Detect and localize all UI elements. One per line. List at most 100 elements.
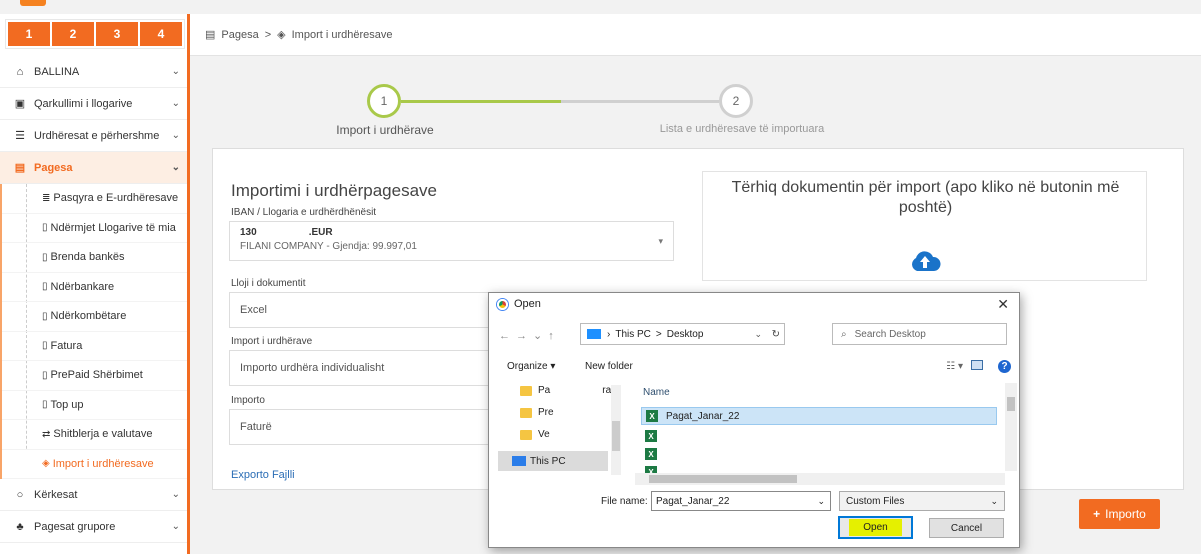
breadcrumb-pagesa[interactable]: Pagesa [221, 29, 258, 41]
iban-select[interactable]: 130 .EUR FILANI COMPANY - Gjendja: 99.997… [229, 221, 674, 261]
scroll-thumb[interactable] [649, 475, 797, 483]
address-desktop[interactable]: Desktop [667, 329, 704, 340]
chevron-down-icon: ⌄ [171, 162, 180, 173]
sidebar-menu: ⌂ BALLINA ⌄ ▣ Qarkullimi i llogarive ⌄ ☰ Urdh… [0, 56, 190, 543]
sidebar-subitem-prepaid[interactable]: ▯ PrePaid Shërbimet [2, 361, 190, 391]
tree-folder[interactable]: Pre [520, 407, 554, 418]
chevron-down-icon: ⌄ [171, 130, 180, 141]
file-row-selected[interactable]: X Pagat_Janar_22 [641, 407, 997, 425]
file-list-scrollbar[interactable] [1005, 383, 1017, 471]
scroll-thumb[interactable] [612, 421, 620, 451]
file-name-input[interactable]: Pagat_Janar_22 ⌄ [651, 491, 831, 511]
document-icon: ▤ [205, 29, 216, 41]
file-icon: ▯ [42, 369, 48, 381]
plus-icon: + [1093, 507, 1101, 521]
file-icon: ▯ [42, 310, 48, 322]
sidebar-subitem-nderkombetare[interactable]: ▯ Ndërkombëtare [2, 302, 190, 332]
tree-folder-label: Pa [538, 385, 551, 396]
step-2-button[interactable]: 2 [52, 22, 94, 46]
view-options-icon[interactable]: ☷ ▾ [946, 361, 963, 372]
preview-pane-icon[interactable] [971, 360, 983, 370]
sidebar-item-ballina[interactable]: ⌂ BALLINA ⌄ [0, 56, 190, 88]
subitem-label: Fatura [50, 339, 83, 352]
tree-folder[interactable]: Pa ra [520, 385, 611, 396]
subitem-label: Pasqyra e E-urdhëresave [53, 192, 179, 205]
tree-scrollbar[interactable] [611, 385, 621, 475]
sidebar-subitem-topup[interactable]: ▯ Top up [2, 391, 190, 420]
step-2-circle: 2 [719, 84, 753, 118]
search-box[interactable]: ⌕ Search Desktop [832, 323, 1007, 345]
step-2-label: Lista e urdhëresave të importuara [659, 123, 825, 135]
pagesa-submenu: ≣ Pasqyra e E-urdhëresave ▯ Ndërmjet Lloga… [0, 184, 190, 479]
file-row[interactable]: X [641, 463, 997, 473]
file-icon: ▯ [42, 340, 48, 352]
step-number-bar: 1 2 3 4 [5, 19, 185, 49]
folder-icon [520, 385, 532, 396]
cancel-button[interactable]: Cancel [929, 518, 1004, 538]
iban-label: IBAN / Llogaria e urdhërdhënësit [231, 207, 377, 218]
new-folder-button[interactable]: New folder [585, 361, 633, 372]
refresh-icon[interactable]: ↻ [772, 329, 780, 340]
sidebar-item-label: BALLINA [34, 65, 80, 78]
tree-folder-label: Pre [538, 407, 554, 418]
sidebar-item-qarkullimi[interactable]: ▣ Qarkullimi i llogarive ⌄ [0, 88, 190, 120]
sidebar-item-label: Pagesa [34, 161, 73, 174]
help-icon[interactable]: ? [998, 360, 1011, 373]
close-icon[interactable]: ✕ [997, 296, 1009, 313]
sidebar-subitem-brenda[interactable]: ▯ Brenda bankës [2, 243, 190, 273]
step-1-button[interactable]: 1 [8, 22, 50, 46]
name-column-header[interactable]: Name [643, 387, 670, 398]
chevron-down-icon[interactable]: ⌄ [754, 329, 762, 340]
home-icon: ⌂ [16, 65, 24, 78]
file-type-select[interactable]: Custom Files ⌄ [839, 491, 1005, 511]
file-dropzone[interactable]: Tërhiq dokumentin për import (apo kliko … [702, 171, 1147, 281]
importo-button[interactable]: + Importo [1079, 499, 1160, 529]
tree-this-pc[interactable]: This PC [498, 451, 608, 471]
group-icon: ♣ [16, 520, 24, 533]
step-4-button[interactable]: 4 [140, 22, 182, 46]
scroll-thumb[interactable] [1007, 397, 1015, 411]
search-icon: ⌕ [841, 328, 847, 340]
chevron-down-icon[interactable]: ⌄ [533, 330, 548, 342]
file-row[interactable]: X [641, 427, 997, 445]
iban-balance: FILANI COMPANY - Gjendja: 99.997,01 [240, 241, 417, 252]
sidebar-item-kerkesat[interactable]: ○ Kërkesat ⌄ [0, 479, 190, 511]
open-file-dialog: Open ✕ ←→⌄↑ › This PC > Desktop ⌄ ↻ ⌕ Sea… [488, 292, 1020, 548]
up-icon[interactable]: ↑ [548, 330, 560, 342]
document-icon: ▤ [14, 162, 26, 174]
file-list-hscrollbar[interactable] [635, 473, 1005, 485]
chevron-down-icon[interactable]: ⌄ [817, 496, 825, 507]
import-mode-label: Import i urdhërave [231, 336, 313, 347]
sidebar-item-pagesat-grupore[interactable]: ♣ Pagesat grupore ⌄ [0, 511, 190, 543]
sidebar-item-pagesa[interactable]: ▤ Pagesa ⌄ [0, 152, 190, 184]
sidebar-item-urdheresat[interactable]: ☰ Urdhëresat e përhershme ⌄ [0, 120, 190, 152]
step-3-button[interactable]: 3 [96, 22, 138, 46]
excel-file-icon: X [646, 410, 658, 422]
dialog-title: Open [514, 298, 541, 310]
sidebar-subitem-ndermjet[interactable]: ▯ Ndërmjet Llogarive të mia [2, 214, 190, 243]
importo-button-label: Importo [1105, 507, 1146, 521]
file-row[interactable]: X [641, 445, 997, 463]
sidebar-subitem-nderbankare[interactable]: ▯ Ndërbankare [2, 273, 190, 302]
list-icon: ≣ [42, 192, 51, 204]
back-icon[interactable]: ← [499, 330, 516, 342]
export-file-link[interactable]: Exporto Fajlli [231, 469, 295, 481]
folder-tree: Pa ra Pre Ve This PC [489, 381, 625, 481]
sidebar-subitem-pasqyra[interactable]: ≣ Pasqyra e E-urdhëresave [2, 184, 190, 214]
organize-button[interactable]: Organize ▾ [507, 361, 555, 372]
iban-value: 130 .EUR [240, 227, 673, 238]
top-strip [0, 0, 1201, 14]
sidebar-subitem-import[interactable]: ◈ Import i urdhëresave [2, 449, 190, 479]
sidebar-subitem-shitblerja[interactable]: ⇄ Shitblerja e valutave [2, 420, 190, 450]
open-button[interactable]: Open [838, 516, 913, 539]
tree-folder[interactable]: Ve [520, 429, 550, 440]
breadcrumb-separator: > [264, 28, 272, 41]
address-bar[interactable]: › This PC > Desktop ⌄ ↻ [580, 323, 785, 345]
breadcrumb-current: Import i urdhëresave [291, 28, 393, 41]
sidebar-subitem-fatura[interactable]: ▯ Fatura [2, 332, 190, 361]
sidebar-item-label: Kërkesat [34, 488, 78, 501]
address-this-pc[interactable]: This PC [615, 329, 651, 340]
forward-icon[interactable]: → [516, 330, 533, 342]
sidebar-item-label: Qarkullimi i llogarive [34, 97, 133, 110]
chevron-down-icon: ⌄ [171, 521, 180, 532]
